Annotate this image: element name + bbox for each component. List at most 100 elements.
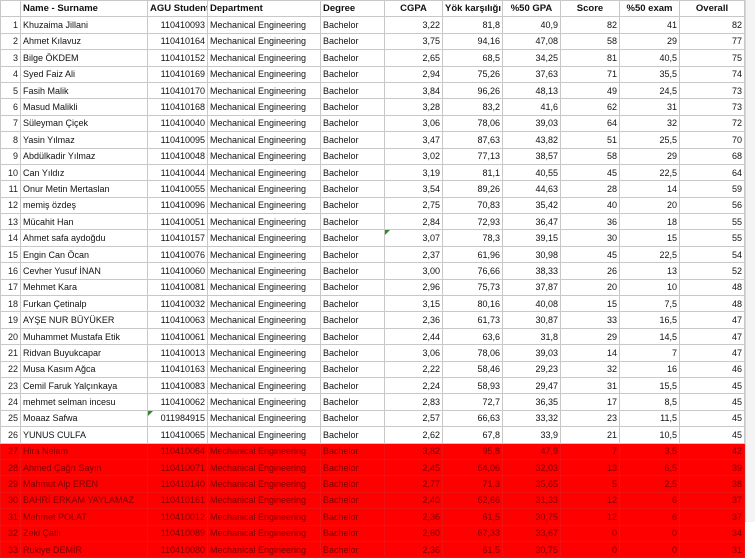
gpa50-cell[interactable]: 44,63 <box>502 180 561 198</box>
yok-cell[interactable]: 61,5 <box>442 540 503 558</box>
name-cell[interactable]: Abdülkadir Yılmaz <box>20 147 148 165</box>
gpa50-cell[interactable]: 38,57 <box>502 147 561 165</box>
row-number[interactable]: 28 <box>0 458 21 477</box>
exam50-cell[interactable]: 0 <box>619 540 680 558</box>
student-id-cell[interactable]: 110410080 <box>147 540 208 558</box>
department-cell[interactable]: Mechanical Engineering <box>207 163 321 182</box>
exam50-cell[interactable]: 10,5 <box>619 426 680 444</box>
gpa50-cell[interactable]: 34,25 <box>502 49 561 67</box>
yok-cell[interactable]: 75,73 <box>442 278 503 297</box>
score-cell[interactable]: 81 <box>560 49 620 67</box>
yok-cell[interactable]: 68,5 <box>442 49 503 67</box>
header-cell[interactable]: Degree <box>320 0 385 18</box>
overall-cell[interactable]: 75 <box>679 49 745 67</box>
student-id-cell[interactable]: 110410081 <box>147 278 208 297</box>
overall-cell[interactable]: 82 <box>679 16 745 34</box>
gpa50-cell[interactable]: 29,23 <box>502 360 561 378</box>
score-cell[interactable]: 12 <box>560 508 620 526</box>
degree-cell[interactable]: Bachelor <box>320 409 385 428</box>
name-cell[interactable]: Khuzaima Jillani <box>20 16 148 34</box>
overall-cell[interactable]: 52 <box>679 262 745 280</box>
overall-cell[interactable]: 77 <box>679 32 745 51</box>
gpa50-cell[interactable]: 41,6 <box>502 98 561 116</box>
department-cell[interactable]: Mechanical Engineering <box>207 344 321 362</box>
yok-cell[interactable]: 94,16 <box>442 32 503 51</box>
degree-cell[interactable]: Bachelor <box>320 508 385 526</box>
gpa50-cell[interactable]: 36,47 <box>502 213 561 231</box>
row-number[interactable]: 15 <box>0 245 21 264</box>
score-cell[interactable]: 15 <box>560 295 620 313</box>
exam50-cell[interactable]: 10 <box>619 278 680 297</box>
degree-cell[interactable]: Bachelor <box>320 327 385 346</box>
gpa50-cell[interactable]: 35,42 <box>502 196 561 215</box>
name-cell[interactable]: Bilge ÖKDEM <box>20 49 148 67</box>
row-number[interactable]: 10 <box>0 163 21 182</box>
exam50-cell[interactable]: 6 <box>619 508 680 526</box>
exam50-cell[interactable]: 11,5 <box>619 409 680 428</box>
degree-cell[interactable]: Bachelor <box>320 295 385 313</box>
department-cell[interactable]: Mechanical Engineering <box>207 376 321 395</box>
gpa50-cell[interactable]: 39,03 <box>502 344 561 362</box>
yok-cell[interactable]: 58,93 <box>442 376 503 395</box>
gpa50-cell[interactable]: 37,87 <box>502 278 561 297</box>
degree-cell[interactable]: Bachelor <box>320 147 385 165</box>
row-number[interactable]: 19 <box>0 311 21 329</box>
overall-cell[interactable]: 37 <box>679 491 745 510</box>
department-cell[interactable]: Mechanical Engineering <box>207 475 321 493</box>
score-cell[interactable]: 7 <box>560 442 620 460</box>
overall-cell[interactable]: 70 <box>679 131 745 149</box>
score-cell[interactable]: 12 <box>560 491 620 510</box>
exam50-cell[interactable]: 7 <box>619 344 680 362</box>
department-cell[interactable]: Mechanical Engineering <box>207 327 321 346</box>
overall-cell[interactable]: 74 <box>679 65 745 83</box>
degree-cell[interactable]: Bachelor <box>320 262 385 280</box>
row-number[interactable]: 25 <box>0 409 21 428</box>
exam50-cell[interactable]: 22,5 <box>619 163 680 182</box>
name-cell[interactable]: Ahmet safa aydoğdu <box>20 229 148 247</box>
exam50-cell[interactable]: 16 <box>619 360 680 378</box>
yok-cell[interactable]: 78,06 <box>442 114 503 133</box>
row-number[interactable]: 3 <box>0 49 21 67</box>
exam50-cell[interactable]: 20 <box>619 196 680 215</box>
department-cell[interactable]: Mechanical Engineering <box>207 32 321 51</box>
name-cell[interactable]: Ahmet Kılavuz <box>20 32 148 51</box>
student-id-cell[interactable]: 110410168 <box>147 98 208 116</box>
degree-cell[interactable]: Bachelor <box>320 32 385 51</box>
cgpa-cell[interactable]: 2,84 <box>384 213 443 231</box>
overall-cell[interactable]: 37 <box>679 508 745 526</box>
score-cell[interactable]: 29 <box>560 327 620 346</box>
cgpa-cell[interactable]: 2,77 <box>384 475 443 493</box>
name-cell[interactable]: Cemil Faruk Yalçınkaya <box>20 376 148 395</box>
department-cell[interactable]: Mechanical Engineering <box>207 409 321 428</box>
degree-cell[interactable]: Bachelor <box>320 213 385 231</box>
department-cell[interactable]: Mechanical Engineering <box>207 213 321 231</box>
yok-cell[interactable]: 78,06 <box>442 344 503 362</box>
exam50-cell[interactable]: 25,5 <box>619 131 680 149</box>
header-cell[interactable]: Score <box>560 0 620 18</box>
cgpa-cell[interactable]: 2,94 <box>384 65 443 83</box>
name-cell[interactable]: Ridvan Buyukcapar <box>20 344 148 362</box>
row-number[interactable]: 1 <box>0 16 21 34</box>
exam50-cell[interactable]: 14 <box>619 180 680 198</box>
student-id-cell[interactable]: 110410095 <box>147 131 208 149</box>
name-cell[interactable]: Musa Kasım Ağca <box>20 360 148 378</box>
score-cell[interactable]: 30 <box>560 229 620 247</box>
name-cell[interactable]: YUNUS CULFA <box>20 426 148 444</box>
yok-cell[interactable]: 67,8 <box>442 426 503 444</box>
header-cell[interactable]: %50 GPA <box>502 0 561 18</box>
score-cell[interactable]: 45 <box>560 245 620 264</box>
gpa50-cell[interactable]: 31,8 <box>502 327 561 346</box>
gpa50-cell[interactable]: 30,75 <box>502 508 561 526</box>
degree-cell[interactable]: Bachelor <box>320 65 385 83</box>
yok-cell[interactable]: 67,33 <box>442 524 503 542</box>
department-cell[interactable]: Mechanical Engineering <box>207 278 321 297</box>
yok-cell[interactable]: 66,63 <box>442 409 503 428</box>
row-number[interactable]: 24 <box>0 393 21 411</box>
cgpa-cell[interactable]: 2,22 <box>384 360 443 378</box>
department-cell[interactable]: Mechanical Engineering <box>207 295 321 313</box>
student-id-cell[interactable]: 110410040 <box>147 114 208 133</box>
exam50-cell[interactable]: 7,5 <box>619 295 680 313</box>
student-id-cell[interactable]: 110410071 <box>147 458 208 477</box>
name-cell[interactable]: Zeki Çatlı <box>20 524 148 542</box>
gpa50-cell[interactable]: 39,03 <box>502 114 561 133</box>
